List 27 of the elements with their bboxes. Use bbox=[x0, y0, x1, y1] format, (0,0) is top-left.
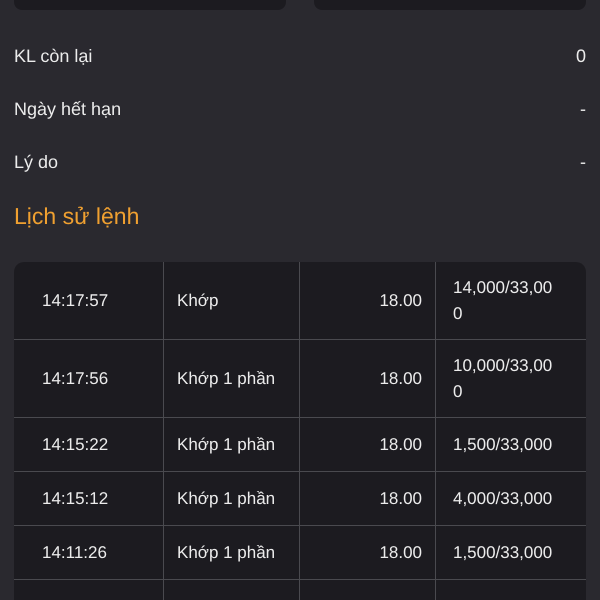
detail-label: KL còn lại bbox=[14, 46, 92, 67]
table-cell-text: 1,500/33,000 bbox=[453, 434, 552, 456]
table-cell: 18.00 bbox=[379, 290, 422, 310]
detail-label: Lý do bbox=[14, 152, 58, 173]
table-cell: 14:17:57 bbox=[42, 290, 108, 310]
section-title: Lịch sử lệnh bbox=[14, 203, 140, 231]
table-cell-text: 14,000/33,000 bbox=[453, 277, 554, 324]
table-cell: Khớp 1 phần bbox=[177, 542, 276, 562]
detail-value: 0 bbox=[576, 46, 586, 67]
table-cell-text: 1,500/33,000 bbox=[453, 542, 552, 564]
table-cell: 14:17:56 bbox=[42, 368, 108, 388]
detail-value: - bbox=[580, 152, 586, 173]
table-cell: Khớp bbox=[177, 290, 218, 310]
table-cell: Khớp 1 phần bbox=[177, 488, 276, 508]
table-cell: Khớp 1 phần bbox=[177, 434, 276, 454]
table-cell: 18.00 bbox=[379, 542, 422, 562]
table-cell-text: 10,000/33,000 bbox=[453, 355, 554, 402]
table-cell: 14:15:22 bbox=[42, 434, 108, 454]
table-cell-text: 4,000/33,000 bbox=[453, 488, 552, 510]
table-cell: 18.00 bbox=[379, 434, 422, 454]
table-cell: 14:11:26 bbox=[42, 542, 107, 562]
table-cell: Khớp 1 phần bbox=[177, 368, 276, 388]
detail-value: - bbox=[580, 99, 586, 120]
table-cell: 18.00 bbox=[379, 488, 422, 508]
detail-label: Ngày hết hạn bbox=[14, 99, 122, 120]
table-cell: 14:15:12 bbox=[42, 488, 108, 508]
table-cell: 18.00 bbox=[379, 368, 422, 388]
